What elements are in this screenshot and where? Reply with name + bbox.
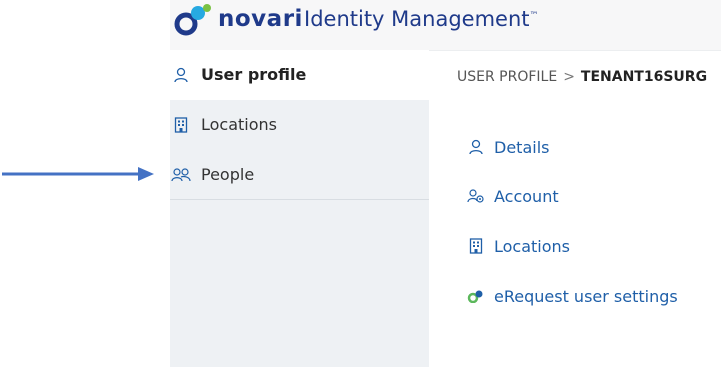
sidebar-item-label: Locations: [201, 115, 278, 134]
account-settings-icon: [466, 186, 486, 206]
sidebar-item-locations[interactable]: Locations: [170, 100, 429, 150]
erequest-settings-link[interactable]: eRequest user settings: [466, 284, 678, 308]
sidebar: User profile Locations People: [170, 50, 429, 367]
novari-logo-icon: [174, 4, 211, 36]
sidebar-item-user-profile[interactable]: User profile: [170, 50, 429, 100]
locations-link-label: Locations: [494, 236, 571, 256]
people-icon: [170, 150, 192, 200]
app-header: novari Identity Management™: [170, 0, 721, 51]
locations-link[interactable]: Locations: [466, 234, 570, 258]
account-link[interactable]: Account: [466, 184, 559, 208]
sidebar-item-people[interactable]: People: [170, 150, 429, 200]
building-icon: [466, 236, 486, 256]
sidebar-item-label: User profile: [201, 65, 307, 84]
breadcrumb-current: TENANT16SURG: [580, 69, 708, 85]
breadcrumb: USER PROFILE > TENANT16SURG: [457, 69, 707, 85]
person-icon: [170, 50, 192, 100]
sidebar-divider: [170, 199, 429, 200]
annotation-arrow-icon: [2, 167, 154, 181]
erequest-settings-link-label: eRequest user settings: [494, 286, 678, 306]
app-title-text: Identity Management: [304, 7, 530, 31]
account-link-label: Account: [494, 186, 559, 206]
building-icon: [170, 100, 192, 150]
trademark: ™: [529, 11, 539, 21]
breadcrumb-root[interactable]: USER PROFILE: [457, 69, 557, 85]
erequest-icon: [466, 286, 486, 306]
app-title: Identity Management™: [304, 7, 539, 31]
brand-name: novari: [218, 6, 303, 32]
details-link[interactable]: Details: [466, 135, 549, 159]
details-link-label: Details: [494, 137, 550, 157]
person-icon: [466, 137, 486, 157]
breadcrumb-separator: >: [563, 69, 575, 85]
sidebar-item-label: People: [201, 165, 255, 184]
